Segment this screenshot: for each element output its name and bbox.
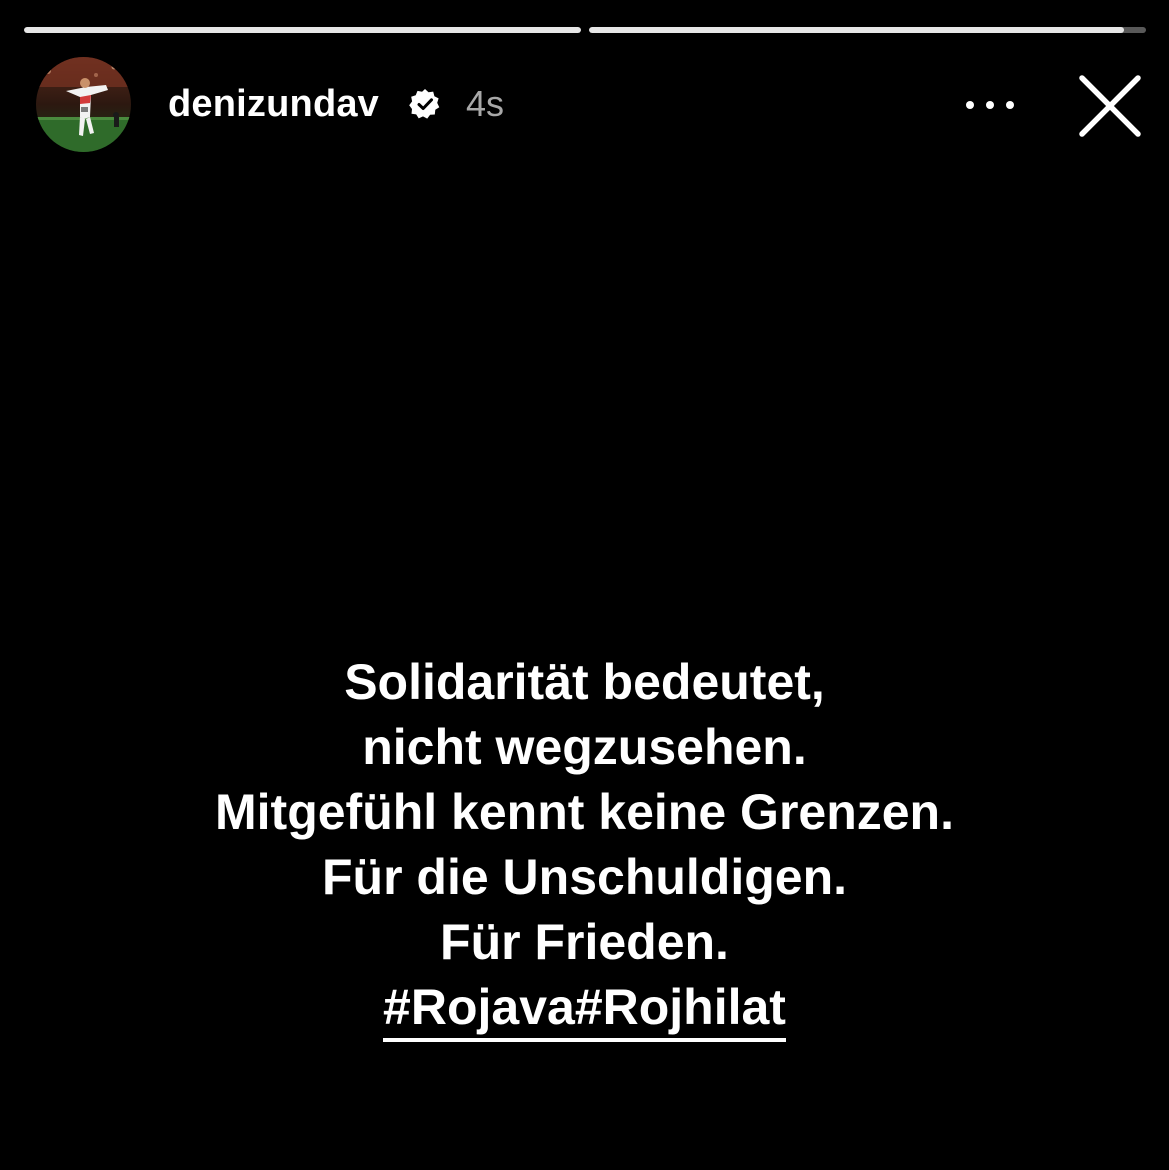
- verified-badge-icon: [408, 87, 442, 121]
- username[interactable]: denizundav: [168, 80, 379, 128]
- hashtags: #Rojava#Rojhilat: [383, 978, 786, 1042]
- more-horizontal-icon: [966, 101, 1014, 109]
- story-progress-bar-2: [589, 27, 1146, 33]
- story-text-line: Mitgefühl kennt keine Grenzen.: [215, 784, 954, 840]
- close-button[interactable]: [1076, 72, 1144, 140]
- more-options-button[interactable]: [960, 88, 1020, 122]
- story-text-line: Für Frieden.: [440, 914, 729, 970]
- story-text-block: Solidarität bedeutet, nicht wegzusehen. …: [0, 650, 1169, 1042]
- timestamp: 4s: [466, 83, 505, 124]
- story-text-line: nicht wegzusehen.: [362, 719, 807, 775]
- story-text-line: Solidarität bedeutet,: [344, 654, 825, 710]
- hashtag-rojhilat[interactable]: #Rojhilat: [575, 979, 786, 1035]
- avatar[interactable]: [36, 57, 131, 152]
- story-progress-fill-1: [24, 27, 581, 33]
- story-text-line: Für die Unschuldigen.: [321, 849, 848, 905]
- hashtag-line: #Rojava#Rojhilat: [0, 975, 1169, 1042]
- close-icon: [1079, 75, 1141, 137]
- story-progress-fill-2: [589, 27, 1124, 33]
- hashtag-rojava[interactable]: #Rojava: [383, 979, 575, 1035]
- story-progress-bar-1: [24, 27, 581, 33]
- story-viewer[interactable]: denizundav 4s Solidarität bedeutet, nich…: [0, 0, 1169, 1170]
- profile-photo: [36, 57, 131, 152]
